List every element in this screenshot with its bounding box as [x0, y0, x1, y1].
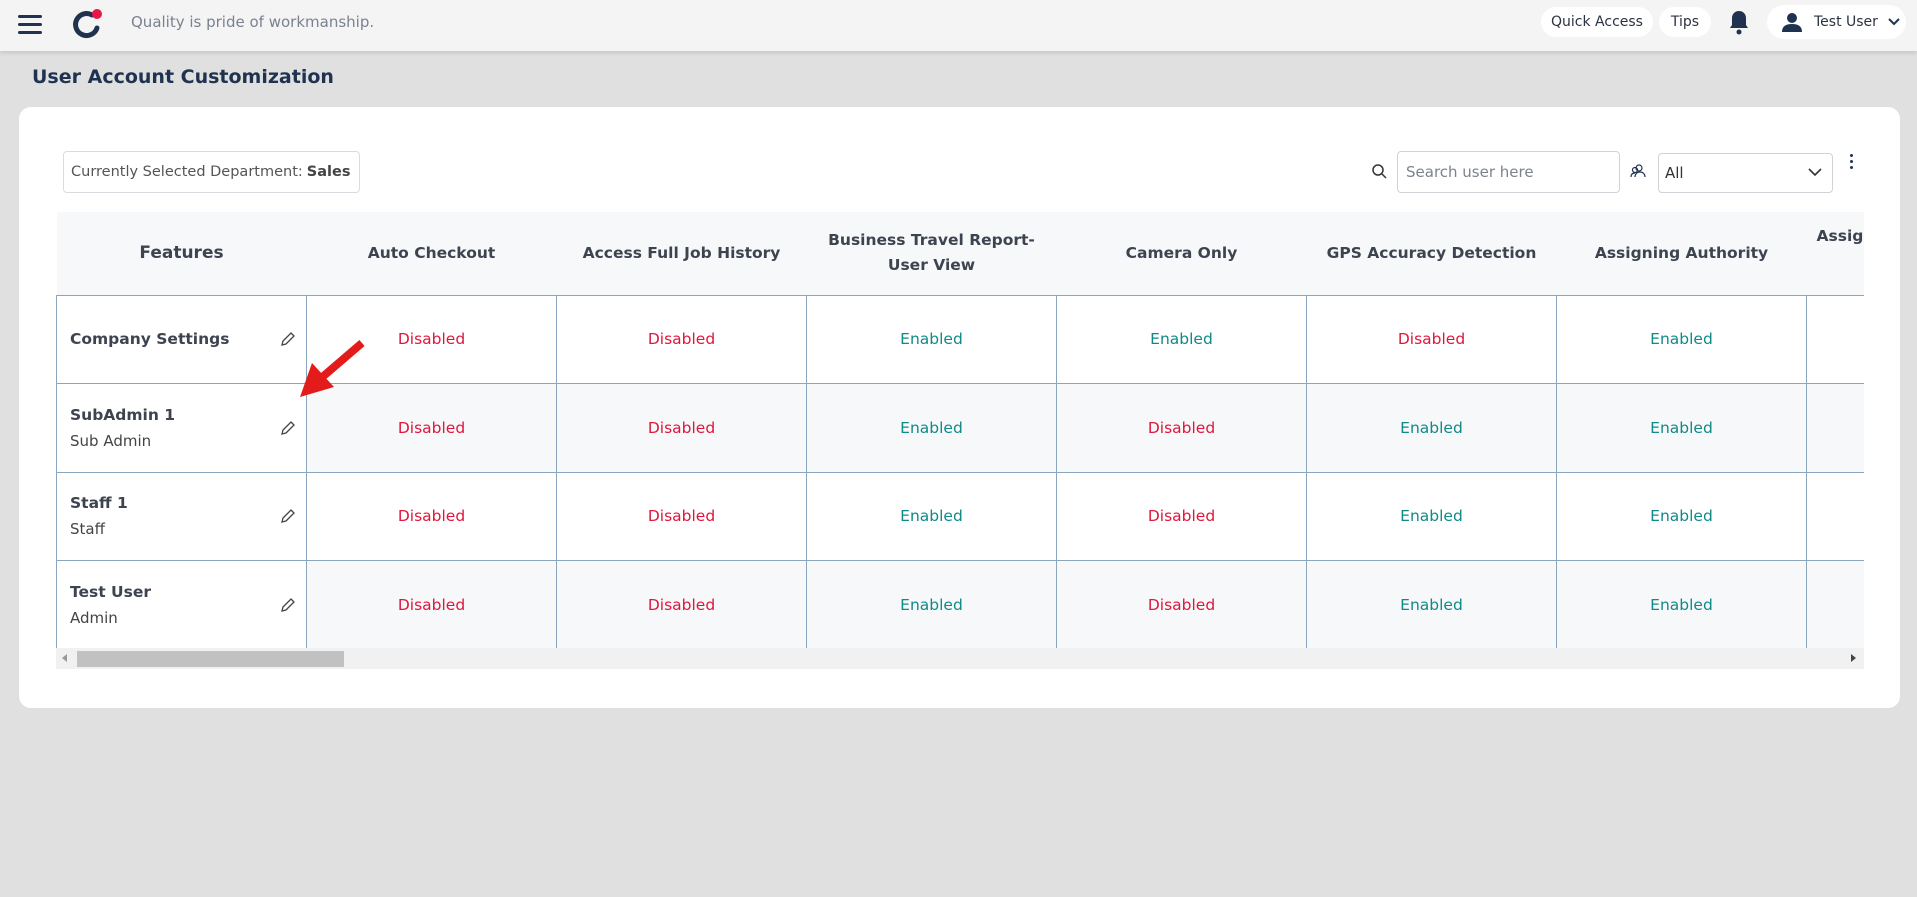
column-header: Camera Only: [1056, 212, 1307, 295]
user-menu[interactable]: Test User: [1767, 5, 1906, 39]
user-name: Test User: [1814, 14, 1878, 30]
user-role: Admin: [70, 608, 118, 627]
tagline: Quality is pride of workmanship.: [131, 13, 375, 31]
chevron-down-icon: [1808, 168, 1822, 177]
role-filter-select[interactable]: All: [1658, 153, 1833, 193]
column-header: Business Travel Report-User View: [806, 212, 1057, 295]
user-name: Company Settings: [70, 330, 230, 349]
status-cell[interactable]: Enabled: [1556, 294, 1807, 384]
edit-icon[interactable]: [280, 508, 296, 524]
status-cell[interactable]: [1806, 383, 1864, 473]
status-cell[interactable]: Enabled: [1556, 560, 1807, 650]
user-name: Staff 1: [70, 494, 128, 513]
tips-button[interactable]: Tips: [1659, 7, 1711, 37]
status-cell[interactable]: Disabled: [306, 560, 557, 650]
table-row: Staff 1 Staff Disabled Disabled Enabled Disab…: [56, 471, 1864, 561]
page-title: User Account Customization: [32, 66, 334, 88]
status-cell[interactable]: Disabled: [1306, 294, 1557, 384]
more-options-icon[interactable]: [1847, 154, 1855, 172]
menu-icon[interactable]: [18, 15, 42, 35]
status-cell[interactable]: Enabled: [806, 471, 1057, 561]
horizontal-scrollbar[interactable]: [56, 648, 1864, 669]
status-cell[interactable]: Enabled: [1556, 383, 1807, 473]
status-cell[interactable]: [1806, 560, 1864, 650]
user-cell: Company Settings: [56, 294, 307, 384]
features-table: Features Auto Checkout Access Full Job His…: [56, 212, 1864, 669]
status-cell[interactable]: Enabled: [1306, 471, 1557, 561]
bell-icon[interactable]: [1728, 9, 1750, 35]
column-header: Access Full Job History: [556, 212, 807, 295]
status-cell[interactable]: Enabled: [1556, 471, 1807, 561]
annotation-arrow: [300, 339, 365, 397]
status-cell[interactable]: Enabled: [1306, 560, 1557, 650]
status-cell[interactable]: Disabled: [1056, 471, 1307, 561]
search-icon: [1372, 164, 1387, 179]
department-label: Currently Selected Department:: [71, 164, 303, 180]
search-input[interactable]: [1397, 151, 1620, 193]
user-cell: Test User Admin: [56, 560, 307, 650]
status-cell[interactable]: Enabled: [806, 560, 1057, 650]
role-filter-value: All: [1665, 164, 1684, 182]
scroll-right-icon[interactable]: [1851, 654, 1856, 662]
user-name: SubAdmin 1: [70, 405, 176, 424]
scroll-left-icon[interactable]: [62, 654, 67, 662]
status-cell[interactable]: Disabled: [1056, 383, 1307, 473]
status-cell[interactable]: Disabled: [556, 471, 807, 561]
column-header: Assign: [1806, 212, 1864, 295]
status-cell[interactable]: Enabled: [1056, 294, 1307, 384]
status-cell[interactable]: Enabled: [1306, 383, 1557, 473]
department-indicator: Currently Selected Department: Sales: [63, 151, 360, 193]
logo: [73, 9, 102, 39]
user-icon: [1782, 13, 1802, 32]
status-cell[interactable]: Disabled: [556, 383, 807, 473]
user-cell: Staff 1 Staff: [56, 471, 307, 561]
column-header: Assigning Authority: [1556, 212, 1807, 295]
chevron-down-icon: [1888, 18, 1900, 26]
user-name: Test User: [70, 582, 152, 601]
status-cell[interactable]: Disabled: [306, 471, 557, 561]
user-cell: SubAdmin 1 Sub Admin: [56, 383, 307, 473]
status-cell[interactable]: Disabled: [556, 294, 807, 384]
status-cell[interactable]: [1806, 294, 1864, 384]
column-header: Auto Checkout: [306, 212, 557, 295]
status-cell[interactable]: Disabled: [1056, 560, 1307, 650]
quick-access-button[interactable]: Quick Access: [1541, 7, 1653, 37]
scrollbar-thumb[interactable]: [77, 651, 344, 667]
status-cell[interactable]: Enabled: [806, 294, 1057, 384]
column-header-features: Features: [56, 212, 307, 295]
department-value: Sales: [306, 164, 351, 180]
status-cell[interactable]: Enabled: [806, 383, 1057, 473]
user-role: Sub Admin: [70, 431, 152, 450]
edit-icon[interactable]: [280, 420, 296, 436]
table-row: Test User Admin Disabled Disabled Enabled Dis…: [56, 560, 1864, 650]
user-role: Staff: [70, 520, 105, 539]
top-bar: Quality is pride of workmanship. Quick A…: [0, 0, 1917, 51]
users-icon: [1630, 164, 1646, 178]
edit-icon[interactable]: [280, 597, 296, 613]
column-header: GPS Accuracy Detection: [1306, 212, 1557, 295]
table-header-row: Features Auto Checkout Access Full Job His…: [56, 212, 1864, 295]
status-cell[interactable]: Disabled: [556, 560, 807, 650]
status-cell[interactable]: [1806, 471, 1864, 561]
